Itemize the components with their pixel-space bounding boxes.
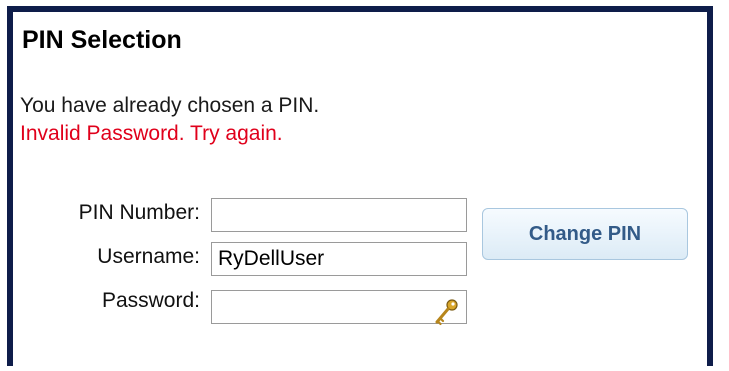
change-pin-button[interactable]: Change PIN: [482, 208, 688, 260]
username-input[interactable]: [211, 242, 467, 276]
key-icon[interactable]: [432, 298, 460, 326]
error-message: Invalid Password. Try again.: [20, 122, 283, 145]
info-message: You have already chosen a PIN.: [20, 94, 320, 117]
pin-number-input[interactable]: [211, 198, 467, 232]
pin-number-label: PIN Number:: [78, 201, 200, 224]
username-label: Username:: [97, 245, 200, 268]
password-label: Password:: [101, 289, 200, 312]
password-input[interactable]: [211, 290, 467, 324]
page-title: PIN Selection: [22, 26, 182, 54]
